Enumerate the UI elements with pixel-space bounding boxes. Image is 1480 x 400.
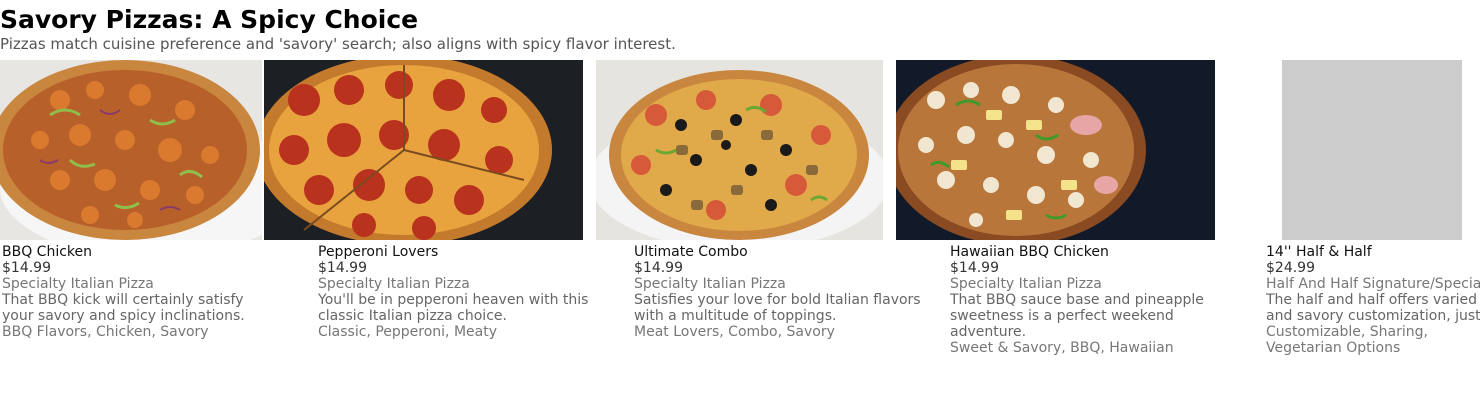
product-category: Specialty Italian Pizza bbox=[950, 276, 1102, 292]
page-subtitle: Pizzas match cuisine preference and 'sav… bbox=[0, 35, 676, 53]
product-name[interactable]: 14'' Half & Half bbox=[1266, 244, 1480, 260]
product-description: You'll be in pepperoni heaven with this … bbox=[318, 292, 589, 324]
product-card[interactable]: Hawaiian BBQ Chicken $14.99 Specialty It… bbox=[950, 244, 1250, 356]
product-tags: BBQ Flavors, Chicken, Savory bbox=[2, 324, 209, 340]
product-card[interactable]: Ultimate Combo $14.99 Specialty Italian … bbox=[634, 244, 934, 340]
product-category: Specialty Italian Pizza bbox=[634, 276, 786, 292]
pizza-image-pepperoni-lovers[interactable] bbox=[264, 60, 583, 240]
product-card[interactable]: Pepperoni Lovers $14.99 Specialty Italia… bbox=[318, 244, 618, 340]
page-title: Savory Pizzas: A Spicy Choice bbox=[0, 5, 419, 34]
product-name[interactable]: Pepperoni Lovers bbox=[318, 244, 618, 260]
product-category: Specialty Italian Pizza bbox=[2, 276, 154, 292]
hawaiian-bbq-pizza-illustration bbox=[896, 60, 1215, 240]
product-name[interactable]: Hawaiian BBQ Chicken bbox=[950, 244, 1250, 260]
product-tags: Classic, Pepperoni, Meaty bbox=[318, 324, 497, 340]
product-description: That BBQ sauce base and pineapple sweetn… bbox=[950, 292, 1204, 340]
product-card[interactable]: 14'' Half & Half $24.99 Half And Half Si… bbox=[1266, 244, 1480, 356]
product-description: Satisfies your love for bold Italian fla… bbox=[634, 292, 921, 324]
page-header: Savory Pizzas: A Spicy Choice Pizzas mat… bbox=[0, 4, 1480, 52]
product-card[interactable]: BBQ Chicken $14.99 Specialty Italian Piz… bbox=[2, 244, 302, 340]
product-tags: Sweet & Savory, BBQ, Hawaiian bbox=[950, 340, 1174, 356]
product-price: $14.99 bbox=[950, 260, 999, 276]
product-price: $14.99 bbox=[2, 260, 51, 276]
product-description: That BBQ kick will certainly satisfy you… bbox=[2, 292, 245, 324]
product-tags: Meat Lovers, Combo, Savory bbox=[634, 324, 835, 340]
product-category: Half And Half Signature/Specialty bbox=[1266, 276, 1480, 292]
pizza-image-hawaiian-bbq-chicken[interactable] bbox=[896, 60, 1215, 240]
product-price: $14.99 bbox=[634, 260, 683, 276]
product-name[interactable]: BBQ Chicken bbox=[2, 244, 302, 260]
product-tags: Customizable, Sharing, Vegetarian Option… bbox=[1266, 324, 1428, 356]
pepperoni-pizza-illustration bbox=[264, 60, 583, 240]
pizza-image-placeholder[interactable] bbox=[1282, 60, 1462, 240]
product-name[interactable]: Ultimate Combo bbox=[634, 244, 934, 260]
pizza-image-bbq-chicken[interactable] bbox=[0, 60, 262, 240]
product-price: $14.99 bbox=[318, 260, 367, 276]
product-description: The half and half offers varied and savo… bbox=[1266, 292, 1480, 324]
bbq-chicken-pizza-illustration bbox=[0, 60, 262, 240]
product-price: $24.99 bbox=[1266, 260, 1315, 276]
ultimate-combo-pizza-illustration bbox=[596, 60, 883, 240]
pizza-image-ultimate-combo[interactable] bbox=[596, 60, 883, 240]
product-category: Specialty Italian Pizza bbox=[318, 276, 470, 292]
